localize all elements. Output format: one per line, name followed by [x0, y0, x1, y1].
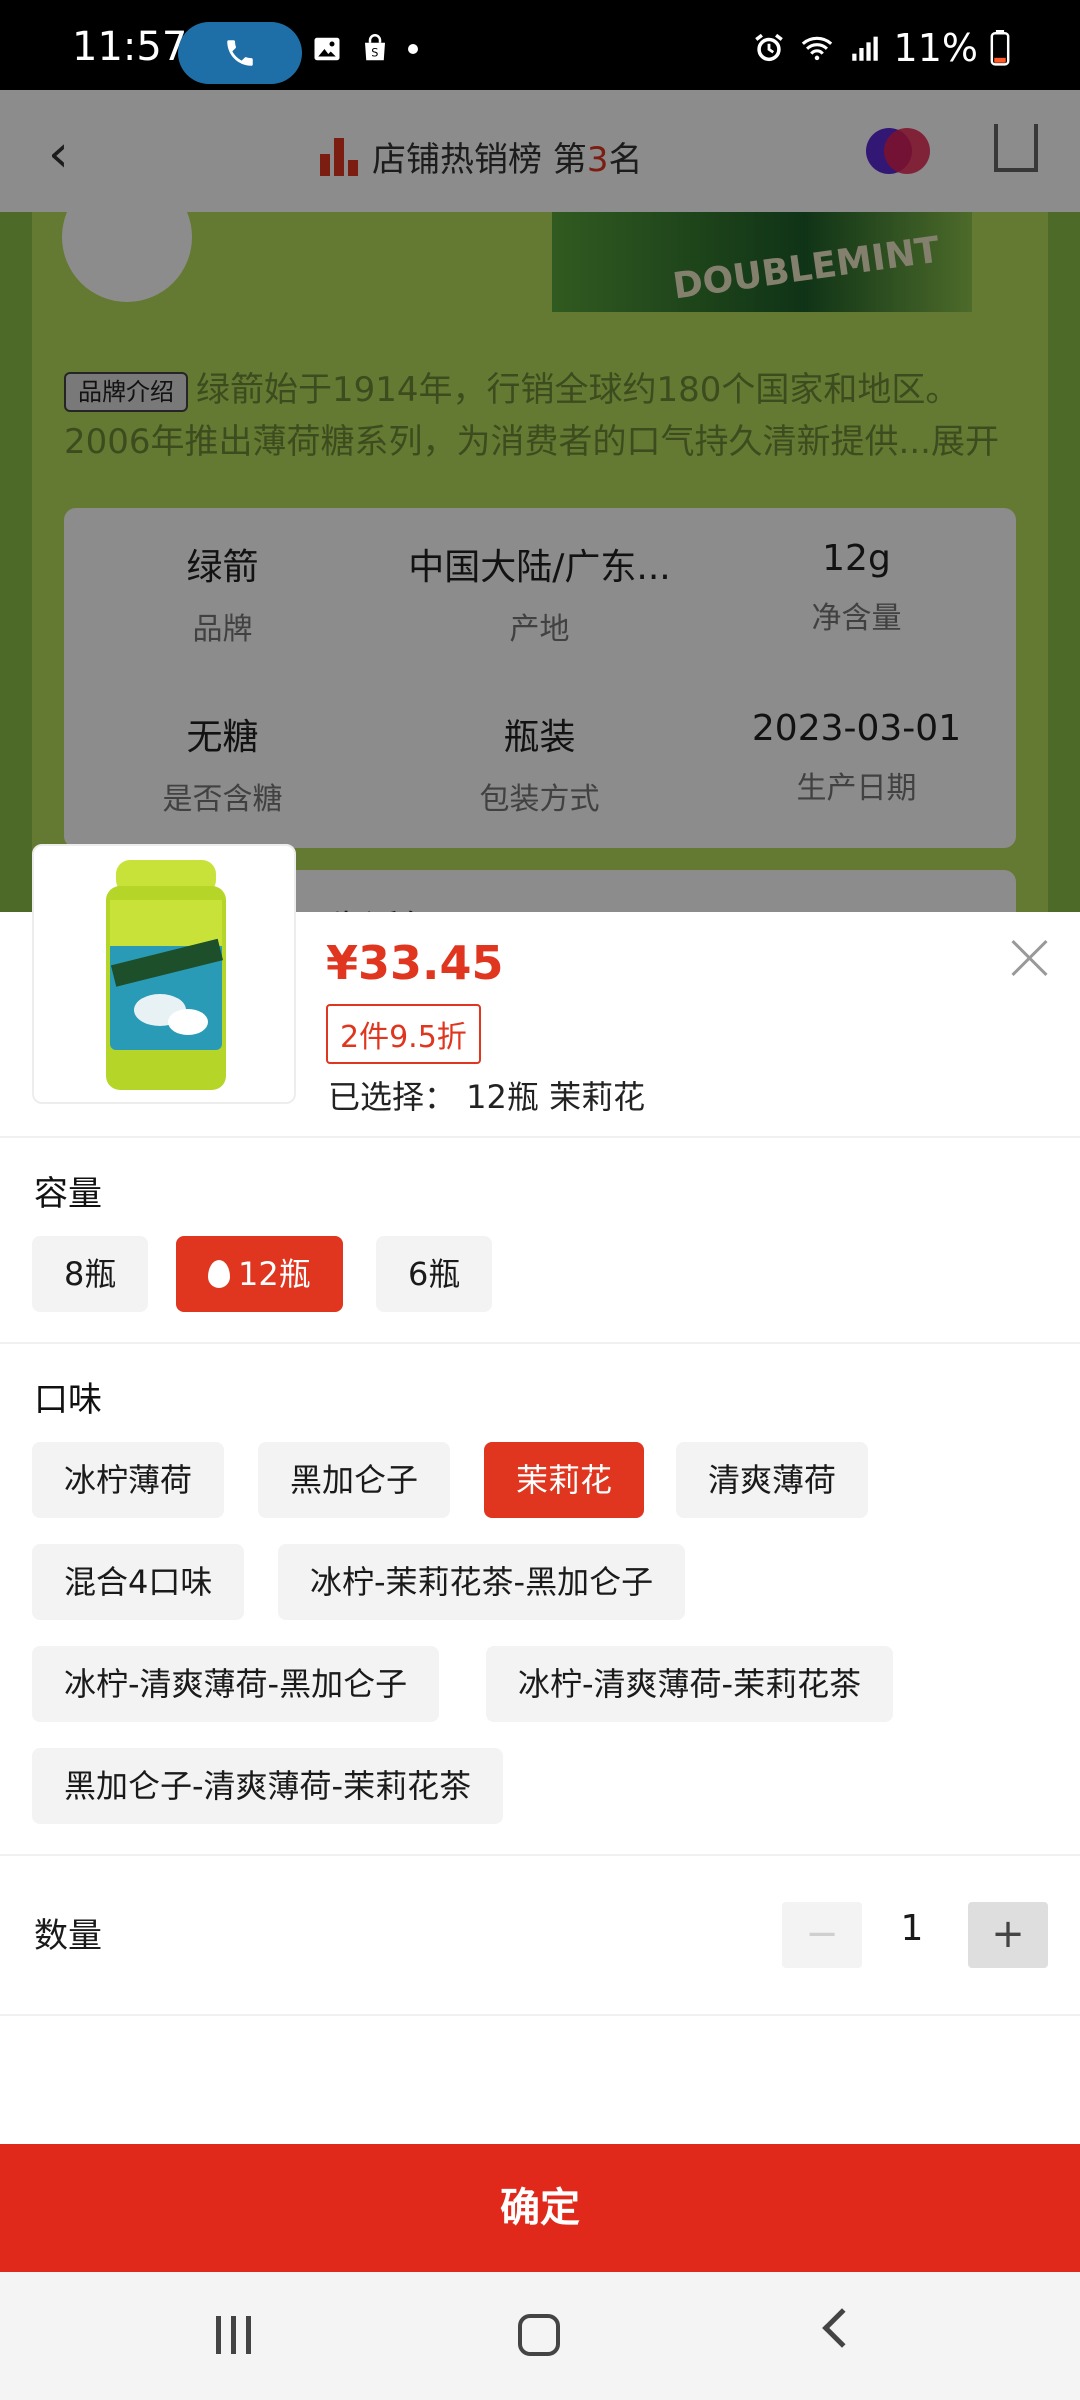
flavor-option-selected[interactable]: 茉莉花 — [484, 1442, 645, 1518]
product-image — [106, 860, 226, 1090]
system-icons: 11% — [752, 26, 1010, 70]
ongoing-call-indicator[interactable] — [178, 22, 302, 84]
product-thumbnail[interactable] — [32, 844, 296, 1104]
quantity-value[interactable]: 1 — [880, 1908, 944, 1949]
svg-text:S: S — [371, 47, 378, 60]
divider — [0, 2014, 1080, 2016]
wifi-icon — [801, 36, 832, 61]
flavor-option[interactable]: 黑加仑子 — [258, 1442, 451, 1518]
quantity-decrease-button[interactable]: − — [782, 1902, 862, 1968]
back-icon[interactable] — [822, 2308, 862, 2348]
capacity-option-8[interactable]: 8瓶 — [32, 1236, 149, 1312]
recents-icon[interactable] — [216, 2316, 251, 2354]
quantity-label: 数量 — [34, 1916, 102, 1956]
shopping-bag-icon: S — [365, 34, 385, 61]
selected-sku-text: 已选择： 12瓶 茉莉花 — [328, 1078, 646, 1116]
notification-icons: S — [312, 34, 418, 64]
signal-icon — [851, 36, 878, 61]
sku-selector-sheet: ¥33.45 2件9.5折 已选择： 12瓶 茉莉花 容量 8瓶 12瓶 6瓶 … — [0, 844, 1080, 2273]
navigation-bar — [0, 2272, 1080, 2400]
capacity-option-6[interactable]: 6瓶 — [376, 1236, 493, 1312]
divider — [0, 1136, 1080, 1138]
flame-icon — [208, 1260, 230, 1288]
home-icon[interactable] — [518, 2314, 560, 2356]
close-icon[interactable] — [1008, 936, 1052, 980]
gallery-icon — [314, 37, 340, 61]
discount-badge: 2件9.5折 — [326, 1004, 481, 1064]
battery-percent: 11% — [893, 26, 978, 70]
status-bar: 11:57 S 11% — [0, 0, 1080, 90]
divider — [0, 1854, 1080, 1856]
flavor-option[interactable]: 冰柠-茉莉花茶-黑加仑子 — [278, 1544, 686, 1620]
flavor-option[interactable]: 冰柠-清爽薄荷-黑加仑子 — [32, 1646, 440, 1722]
divider — [0, 1342, 1080, 1344]
flavor-title: 口味 — [34, 1380, 102, 1420]
quantity-increase-button[interactable]: + — [968, 1902, 1048, 1968]
flavor-option[interactable]: 混合4口味 — [32, 1544, 245, 1620]
phone-icon — [227, 40, 253, 66]
status-time: 11:57 — [72, 24, 188, 70]
price: ¥33.45 — [326, 936, 504, 990]
flavor-option[interactable]: 黑加仑子-清爽薄荷-茉莉花茶 — [32, 1748, 504, 1824]
flavor-option[interactable]: 冰柠薄荷 — [32, 1442, 225, 1518]
flavor-option[interactable]: 清爽薄荷 — [676, 1442, 869, 1518]
modal-backdrop[interactable] — [0, 90, 1080, 912]
capacity-title: 容量 — [34, 1174, 102, 1214]
alarm-icon — [754, 33, 783, 62]
capacity-option-12[interactable]: 12瓶 — [176, 1236, 343, 1312]
confirm-button[interactable]: 确定 — [0, 2144, 1080, 2272]
more-notifications-icon — [408, 44, 418, 54]
flavor-option[interactable]: 冰柠-清爽薄荷-茉莉花茶 — [486, 1646, 894, 1722]
battery-icon — [990, 30, 1010, 66]
